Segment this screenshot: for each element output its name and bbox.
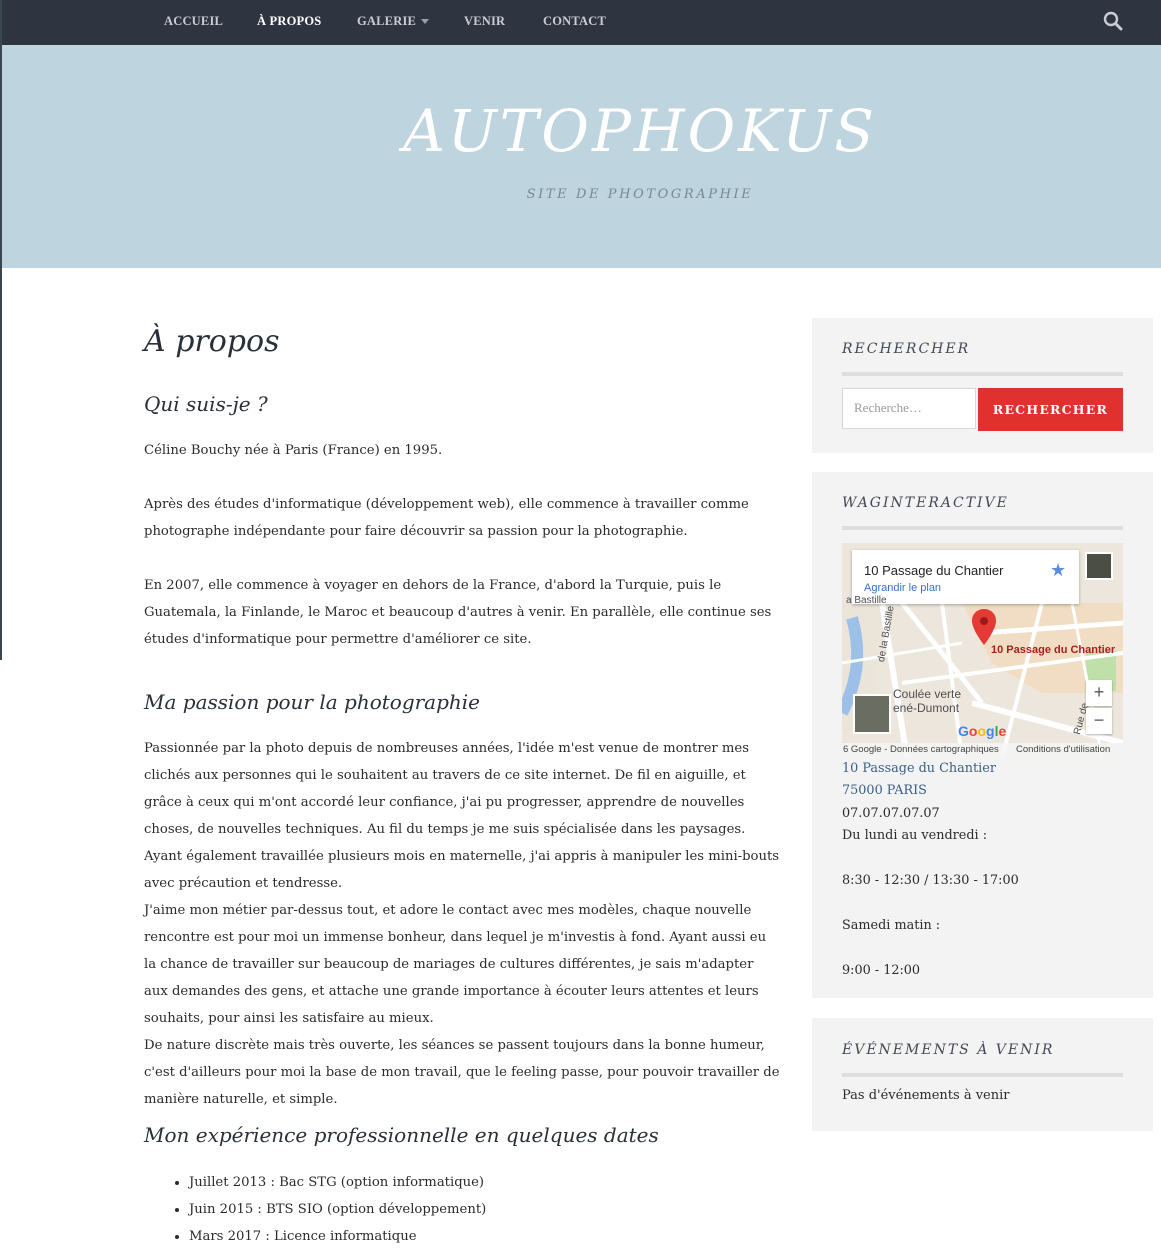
opening-days-saturday: Samedi matin :: [842, 917, 941, 933]
widget-title: ÉVÉNEMENTS À VENIR: [842, 1042, 1055, 1058]
map-enlarge-link[interactable]: Agrandir le plan: [864, 582, 941, 594]
nav-accueil[interactable]: ACCUEIL: [164, 14, 223, 29]
map-attribution: 6 Google - Données cartographiques Condi…: [842, 743, 1123, 758]
widget-divider: [842, 526, 1123, 530]
nav-venir[interactable]: VENIR: [464, 14, 505, 29]
map-place-name: 10 Passage du Chantier: [864, 563, 1004, 578]
site-tagline: SITE DE PHOTOGRAPHIE: [526, 187, 754, 202]
list-item: Juillet 2013 : Bac STG (option informati…: [189, 1169, 486, 1196]
paragraph: Passionnée par la photo depuis de nombre…: [144, 741, 750, 837]
paragraph: De nature discrète mais très ouverte, le…: [144, 1038, 780, 1107]
satellite-toggle[interactable]: [853, 694, 891, 734]
top-navigation: ACCUEIL À PROPOS GALERIE VENIR CONTACT: [2, 0, 1161, 45]
search-icon[interactable]: [1103, 11, 1123, 31]
map-terms-link[interactable]: Conditions d'utilisation: [1016, 744, 1110, 755]
experience-list: Juillet 2013 : Bac STG (option informati…: [144, 1169, 486, 1250]
map-label: a Bastille: [846, 595, 887, 606]
events-widget: ÉVÉNEMENTS À VENIR Pas d'événements à ve…: [812, 1018, 1153, 1131]
widget-title: RECHERCHER: [842, 341, 971, 357]
nav-galerie-label: GALERIE: [357, 14, 417, 28]
embedded-map[interactable]: 10 Passage du Chantier Agrandir le plan …: [842, 543, 1123, 758]
map-label: ené-Dumont: [893, 701, 960, 715]
passion-text: Passionnée par la photo depuis de nombre…: [144, 735, 780, 1113]
paragraph: Céline Bouchy née à Paris (France) en 19…: [144, 443, 443, 458]
opening-hours-week: 8:30 - 12:30 / 13:30 - 17:00: [842, 873, 1019, 889]
section-heading-experience: Mon expérience professionnelle en quelqu…: [144, 1123, 659, 1147]
list-item: Mars 2017 : Licence informatique: [189, 1223, 486, 1250]
nav-contact[interactable]: CONTACT: [543, 14, 606, 29]
site-title[interactable]: AUTOPHOKUS: [2, 97, 1161, 165]
list-item: Juin 2015 : BTS SIO (option développemen…: [189, 1196, 486, 1223]
paragraph: En 2007, elle commence à voyager en deho…: [144, 578, 772, 647]
paragraph: Après des études d'informatique (dévelop…: [144, 497, 749, 539]
site-header: AUTOPHOKUS SITE DE PHOTOGRAPHIE: [2, 45, 1161, 268]
widget-title: WAGINTERACTIVE: [842, 495, 1009, 511]
zoom-in-button[interactable]: +: [1086, 680, 1112, 706]
paragraph: J'aime mon métier par-dessus tout, et ad…: [144, 903, 767, 1026]
street-view-thumbnail[interactable]: [1085, 552, 1113, 580]
chevron-down-icon: [421, 18, 430, 24]
map-pin-icon: [972, 609, 996, 645]
phone-number: 07.07.07.07.07: [842, 805, 940, 821]
map-label: Coulée verte: [893, 687, 962, 701]
waginteractive-widget: WAGINTERACTIVE 10 Passage du Chantier Ag…: [812, 472, 1153, 998]
opening-days: Du lundi au vendredi :: [842, 828, 988, 844]
map-pin-label: 10 Passage du Chantier: [991, 644, 1116, 656]
map-copyright: 6 Google - Données cartographiques: [843, 744, 999, 755]
no-events-text: Pas d'événements à venir: [842, 1088, 1010, 1103]
paragraph: Ayant également travaillée plusieurs moi…: [144, 849, 780, 891]
section-heading-qui-suis-je: Qui suis-je ?: [144, 392, 268, 416]
star-icon[interactable]: ★: [1050, 560, 1066, 581]
widget-divider: [842, 1073, 1123, 1077]
search-widget: RECHERCHER Recherche… RECHERCHER: [812, 318, 1153, 453]
google-logo: Google: [958, 723, 1007, 739]
widget-divider: [842, 372, 1123, 376]
zoom-out-button[interactable]: −: [1086, 708, 1112, 734]
address-line-1[interactable]: 10 Passage du Chantier: [842, 758, 1123, 780]
section-heading-passion: Ma passion pour la photographie: [144, 690, 481, 714]
nav-galerie[interactable]: GALERIE: [357, 14, 430, 29]
search-input[interactable]: Recherche…: [842, 388, 976, 429]
contact-details: 10 Passage du Chantier 75000 PARIS 07.07…: [842, 758, 1123, 982]
search-button[interactable]: RECHERCHER: [978, 388, 1123, 431]
page-title: À propos: [144, 324, 280, 359]
address-line-2[interactable]: 75000 PARIS: [842, 780, 1123, 802]
nav-a-propos[interactable]: À PROPOS: [257, 14, 321, 29]
opening-hours-saturday: 9:00 - 12:00: [842, 962, 921, 978]
